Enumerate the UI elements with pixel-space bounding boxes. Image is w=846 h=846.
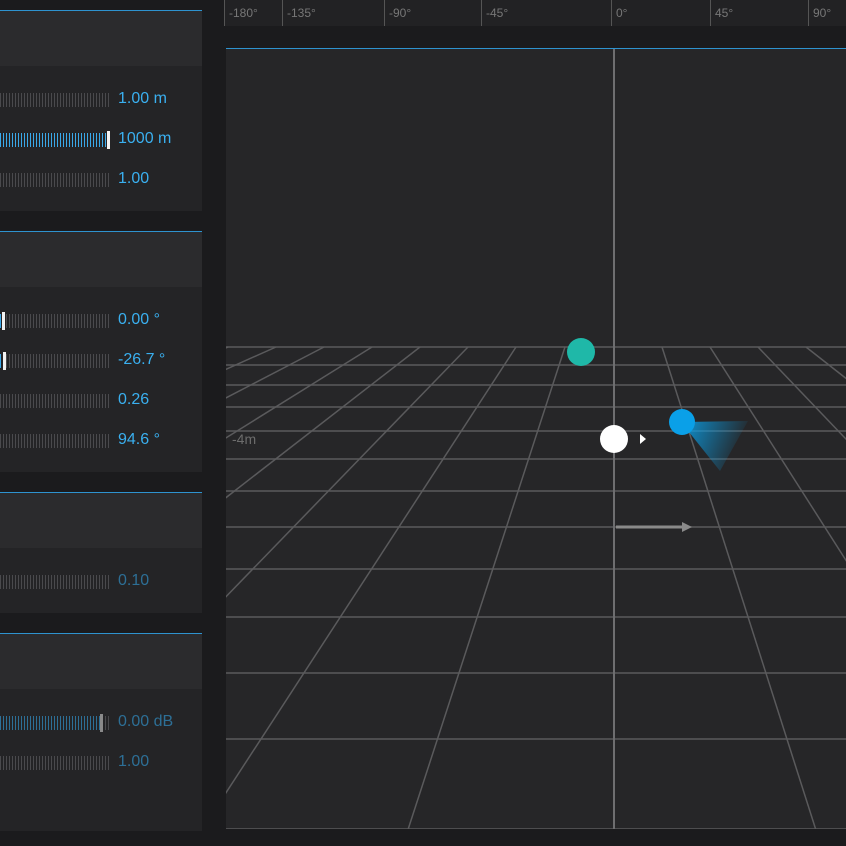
ruler-tick-label: -90°	[389, 6, 412, 20]
parameter-slider[interactable]	[0, 756, 110, 770]
parameter-row: 0.26	[0, 385, 202, 415]
ruler-tick-label: 0°	[616, 6, 628, 20]
parameter-slider[interactable]	[0, 714, 110, 732]
parameter-row: 1000 m	[0, 124, 202, 154]
ruler-tick: 90°	[808, 0, 831, 26]
ruler-tick: -135°	[282, 0, 316, 26]
listener-heading	[640, 434, 646, 444]
parameter-slider[interactable]	[0, 173, 110, 187]
ruler-tick-label: -45°	[486, 6, 509, 20]
parameter-value[interactable]: 94.6 °	[118, 431, 160, 449]
parameter-row: 1.00	[0, 747, 202, 777]
ruler-tick-label: 45°	[715, 6, 734, 20]
parameter-value[interactable]: 0.10	[118, 572, 149, 590]
ruler-tick-label: -135°	[287, 6, 316, 20]
grid-line	[709, 346, 846, 562]
parameter-row: 94.6 °	[0, 425, 202, 455]
panel-header[interactable]	[0, 634, 202, 689]
source-teal-dot	[567, 338, 595, 366]
parameter-slider[interactable]	[0, 93, 110, 107]
parameter-slider[interactable]	[0, 352, 110, 370]
ruler-tick-label: 90°	[813, 6, 832, 20]
parameter-value[interactable]: -26.7 °	[118, 351, 165, 369]
parameter-slider[interactable]	[0, 312, 110, 330]
listener-dot	[600, 425, 628, 453]
panel-header[interactable]	[0, 11, 202, 66]
gain-panel: 0.00 dB 1.00	[0, 633, 202, 831]
parameter-slider[interactable]	[0, 575, 110, 589]
parameter-row: -26.7 °	[0, 345, 202, 375]
parameter-row: 0.00 °	[0, 305, 202, 335]
slider-fill	[0, 716, 101, 730]
parameter-value[interactable]: 1.00	[118, 170, 149, 188]
panel-header[interactable]	[0, 232, 202, 287]
slider-fill	[0, 133, 110, 147]
inspector-sidebar: 1.00 m 1000 m 1.00 0.00 ° -26.7 ° 0.26 94.6 °…	[0, 0, 203, 846]
parameter-slider[interactable]	[0, 131, 110, 149]
grid-line	[805, 346, 846, 380]
parameter-row: 0.10	[0, 566, 202, 596]
grid-line	[757, 346, 846, 441]
parameter-value[interactable]: 0.00 dB	[118, 713, 173, 731]
grid-line	[226, 346, 229, 349]
parameter-value[interactable]: 1000 m	[118, 130, 171, 148]
azimuth-ruler[interactable]: -180° -135° -90° -45° 0° 45° 90°	[224, 0, 846, 26]
ruler-tick: -45°	[481, 0, 508, 26]
ruler-tick: 0°	[611, 0, 627, 26]
direction-arrow-head	[682, 522, 692, 532]
grid-line	[226, 346, 325, 399]
grid-line	[407, 346, 566, 829]
parameter-value[interactable]: 1.00	[118, 753, 149, 771]
parameter-value[interactable]: 0.26	[118, 391, 149, 409]
ruler-tick: 45°	[710, 0, 733, 26]
spatial-viewport[interactable]: -4m	[226, 48, 846, 829]
scene-canvas[interactable]	[226, 49, 846, 829]
grid-line	[226, 346, 517, 795]
ruler-tick: -90°	[384, 0, 411, 26]
slider-handle[interactable]	[3, 352, 7, 370]
slider-handle[interactable]	[100, 714, 104, 732]
ruler-tick: -180°	[224, 0, 258, 26]
slider-handle[interactable]	[107, 131, 110, 149]
distance-label: -4m	[232, 431, 257, 447]
slider-handle[interactable]	[2, 312, 6, 330]
ruler-tick-label: -180°	[229, 6, 258, 20]
panel-header[interactable]	[0, 493, 202, 548]
parameter-row: 0.00 dB	[0, 707, 202, 737]
parameter-row: 1.00	[0, 164, 202, 194]
parameter-row: 1.00 m	[0, 84, 202, 114]
parameter-slider[interactable]	[0, 434, 110, 448]
parameter-value[interactable]: 0.00 °	[118, 311, 160, 329]
parameter-value[interactable]: 1.00 m	[118, 90, 167, 108]
grid-line	[226, 346, 373, 439]
parameter-slider[interactable]	[0, 394, 110, 408]
distance-panel: 1.00 m 1000 m 1.00	[0, 10, 202, 211]
source-blue-dot	[669, 409, 695, 435]
orientation-panel: 0.00 ° -26.7 ° 0.26 94.6 °	[0, 231, 202, 472]
spread-panel: 0.10	[0, 492, 202, 613]
